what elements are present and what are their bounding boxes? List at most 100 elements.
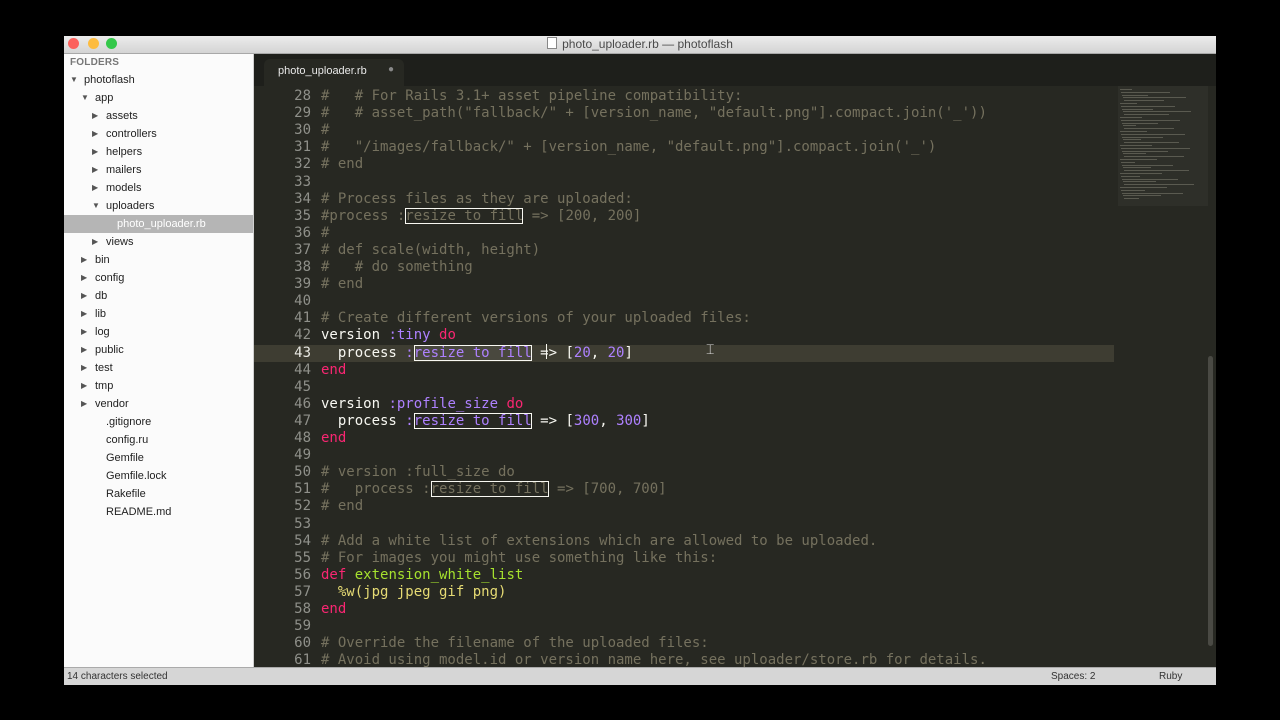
tree-item[interactable]: README.md	[64, 503, 253, 521]
indentation-selector[interactable]: Spaces: 2	[1051, 668, 1095, 685]
code-line[interactable]: 29 # # asset_path("fallback/" + [version_…	[254, 105, 1114, 122]
tree-item[interactable]: ▶ helpers	[64, 143, 253, 161]
code-line[interactable]: 35 #process :resize_to_fill => [200, 200]	[254, 207, 1114, 225]
disclosure-open-icon[interactable]: ▼	[70, 71, 78, 89]
disclosure-open-icon[interactable]: ▼	[81, 89, 89, 107]
tree-item[interactable]: ▼ uploaders	[64, 197, 253, 215]
code-line[interactable]: 49	[254, 447, 1114, 464]
code-line[interactable]: 39 # end	[254, 276, 1114, 293]
minimap-line	[1121, 175, 1140, 177]
code-line[interactable]: 36 #	[254, 225, 1114, 242]
disclosure-closed-icon[interactable]: ▶	[92, 125, 98, 143]
tree-item[interactable]: ▶ controllers	[64, 125, 253, 143]
tree-item[interactable]: ▶ lib	[64, 305, 253, 323]
disclosure-closed-icon[interactable]: ▶	[81, 305, 87, 323]
tree-item[interactable]: ▶ models	[64, 179, 253, 197]
code-line[interactable]: 48 end	[254, 430, 1114, 447]
disclosure-open-icon[interactable]: ▼	[92, 197, 100, 215]
tree-item[interactable]: Rakefile	[64, 485, 253, 503]
code-line[interactable]: 54 # Add a white list of extensions which…	[254, 533, 1114, 550]
disclosure-closed-icon[interactable]: ▶	[81, 395, 87, 413]
window-title-label: photo_uploader.rb — photoflash	[562, 37, 733, 51]
code-line[interactable]: 41 # Create different versions of your up…	[254, 310, 1114, 327]
code-line[interactable]: 61 # Avoid using model.id or version_name…	[254, 652, 1114, 667]
tab-photo-uploader[interactable]: photo_uploader.rb ●	[264, 59, 404, 86]
code-line[interactable]: 37 # def scale(width, height)	[254, 242, 1114, 259]
tree-item[interactable]: photo_uploader.rb	[64, 215, 253, 233]
tree-item[interactable]: ▶ bin	[64, 251, 253, 269]
code-line[interactable]: 59	[254, 618, 1114, 635]
code-line[interactable]: 33	[254, 174, 1114, 191]
tree-item[interactable]: ▶ views	[64, 233, 253, 251]
unsaved-dot-icon[interactable]: ●	[388, 64, 394, 75]
minimap-line	[1124, 100, 1164, 102]
tree-item[interactable]: Gemfile	[64, 449, 253, 467]
code-token: process	[321, 344, 406, 361]
code-token: version	[321, 327, 389, 344]
tree-item[interactable]: config.ru	[64, 431, 253, 449]
code-line[interactable]: 46 version :profile_size do	[254, 396, 1114, 413]
line-code: # # asset_path("fallback/" + [version_na…	[321, 105, 987, 122]
code-line[interactable]: 31 # "/images/fallback/" + [version_name,…	[254, 139, 1114, 156]
vertical-scrollbar[interactable]	[1208, 356, 1213, 646]
code-line[interactable]: 30 #	[254, 122, 1114, 139]
code-line[interactable]: 50 # version :full_size do	[254, 464, 1114, 481]
code-line[interactable]: 43 process :resize_to_fill => [20, 20]	[254, 344, 1114, 362]
code-line[interactable]: 32 # end	[254, 156, 1114, 173]
minimap[interactable]	[1118, 86, 1208, 206]
tree-item[interactable]: ▼ photoflash	[64, 71, 253, 89]
tree-item-label: db	[95, 290, 108, 302]
code-token: # end	[321, 498, 364, 515]
code-line[interactable]: 60 # Override the filename of the uploade…	[254, 635, 1114, 652]
disclosure-closed-icon[interactable]: ▶	[81, 377, 87, 395]
code-line[interactable]: 55 # For images you might use something l…	[254, 550, 1114, 567]
code-line[interactable]: 44 end	[254, 362, 1114, 379]
tree-item[interactable]: ▶ mailers	[64, 161, 253, 179]
syntax-selector[interactable]: Ruby	[1159, 668, 1182, 685]
tree-item[interactable]: ▶ public	[64, 341, 253, 359]
tree-item[interactable]: ▶ test	[64, 359, 253, 377]
disclosure-closed-icon[interactable]: ▶	[81, 251, 87, 269]
code-editor[interactable]: 28 # # For Rails 3.1+ asset pipeline comp…	[254, 86, 1216, 667]
disclosure-closed-icon[interactable]: ▶	[92, 161, 98, 179]
disclosure-closed-icon[interactable]: ▶	[92, 143, 98, 161]
code-line[interactable]: 34 # Process files as they are uploaded:	[254, 191, 1114, 208]
disclosure-closed-icon[interactable]: ▶	[92, 233, 98, 251]
tree-item[interactable]: ▶ db	[64, 287, 253, 305]
disclosure-closed-icon[interactable]: ▶	[81, 341, 87, 359]
disclosure-closed-icon[interactable]: ▶	[92, 179, 98, 197]
code-line[interactable]: 45	[254, 379, 1114, 396]
tree-item[interactable]: ▶ config	[64, 269, 253, 287]
code-line[interactable]: 42 version :tiny do	[254, 327, 1114, 344]
code-line[interactable]: 38 # # do something	[254, 259, 1114, 276]
disclosure-closed-icon[interactable]: ▶	[81, 359, 87, 377]
line-code: # For images you might use something lik…	[321, 550, 717, 567]
tree-item[interactable]: ▼ app	[64, 89, 253, 107]
code-line[interactable]: 56 def extension_white_list	[254, 567, 1114, 584]
code-line[interactable]: 57 %w(jpg jpeg gif png)	[254, 584, 1114, 601]
tree-item[interactable]: Gemfile.lock	[64, 467, 253, 485]
tree-item-label: public	[95, 344, 124, 356]
minimap-line	[1124, 156, 1184, 158]
code-line[interactable]: 28 # # For Rails 3.1+ asset pipeline comp…	[254, 88, 1114, 105]
tree-item[interactable]: ▶ tmp	[64, 377, 253, 395]
code-token: # # For Rails 3.1+ asset pipeline compat…	[321, 88, 743, 104]
tree-item[interactable]: ▶ assets	[64, 107, 253, 125]
disclosure-closed-icon[interactable]: ▶	[81, 323, 87, 341]
find-match: resize_to_fill	[413, 344, 532, 361]
minimap-line	[1124, 184, 1194, 186]
code-line[interactable]: 40	[254, 293, 1114, 310]
code-line[interactable]: 51 # process :resize_to_fill => [700, 700…	[254, 481, 1114, 498]
disclosure-closed-icon[interactable]: ▶	[81, 269, 87, 287]
code-line[interactable]: 52 # end	[254, 498, 1114, 515]
code-line[interactable]: 47 process :resize_to_fill => [300, 300]	[254, 412, 1114, 430]
disclosure-closed-icon[interactable]: ▶	[81, 287, 87, 305]
tree-item[interactable]: ▶ log	[64, 323, 253, 341]
tree-item[interactable]: .gitignore	[64, 413, 253, 431]
code-line[interactable]: 53	[254, 516, 1114, 533]
tree-item-label: app	[95, 92, 114, 104]
tree-item[interactable]: ▶ vendor	[64, 395, 253, 413]
disclosure-closed-icon[interactable]: ▶	[92, 107, 98, 125]
minimap-line	[1122, 108, 1153, 110]
code-line[interactable]: 58 end	[254, 601, 1114, 618]
